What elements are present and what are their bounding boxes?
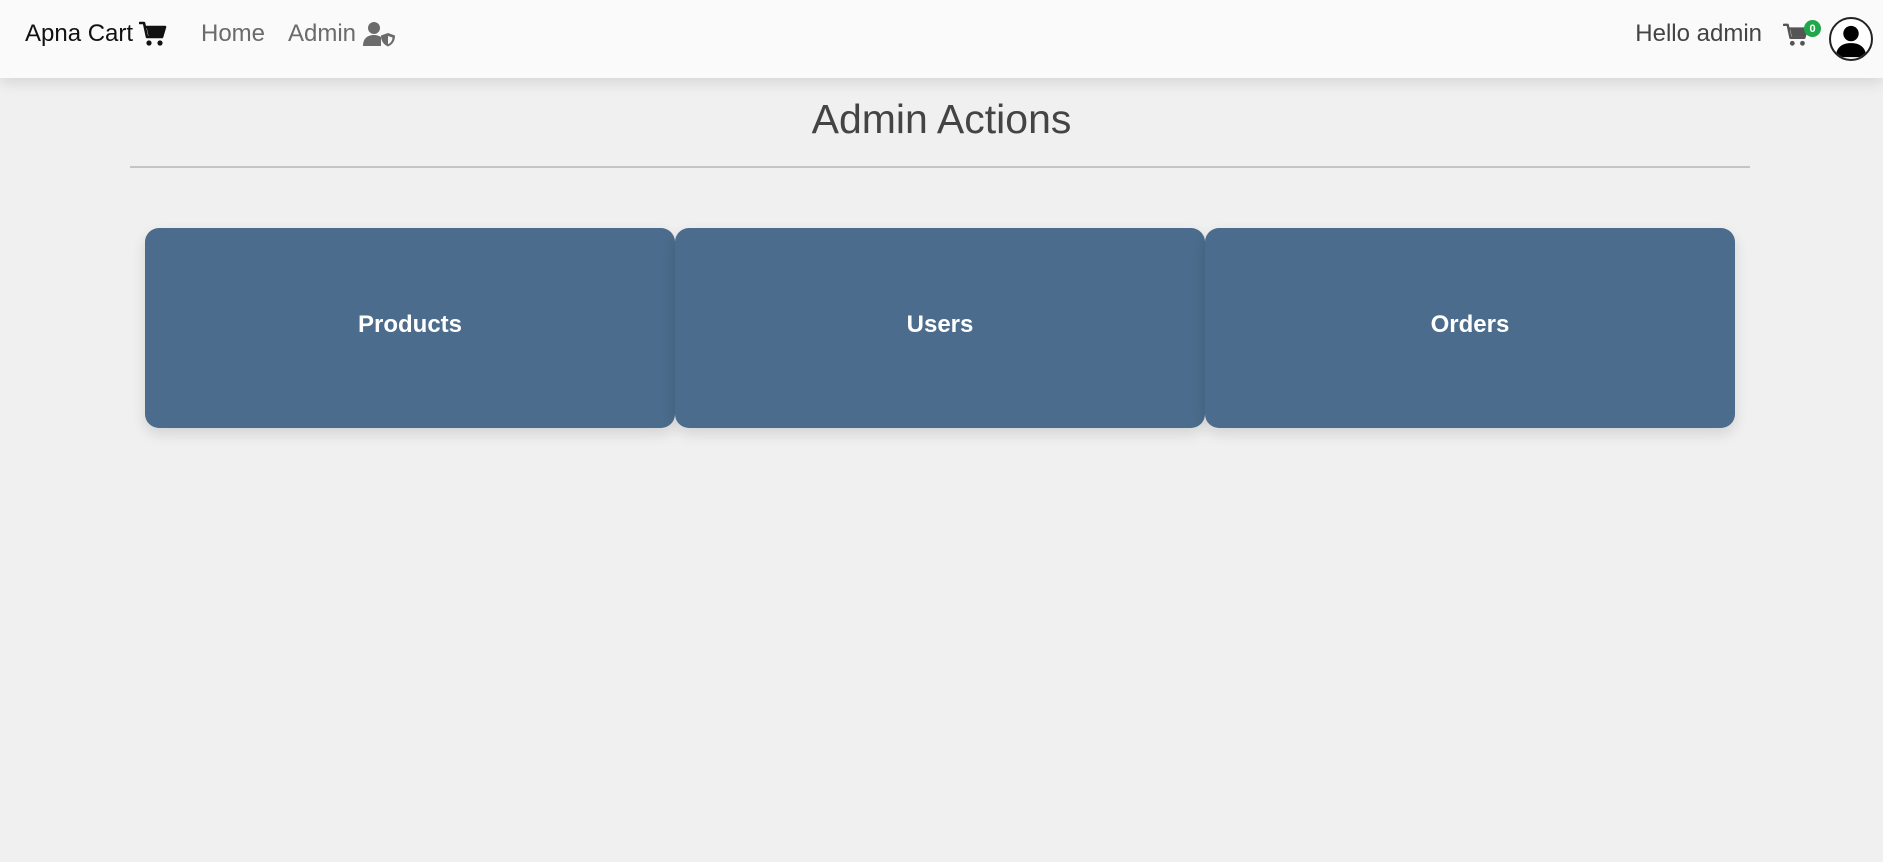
orders-card-label: Orders (1430, 311, 1510, 338)
nav-home-label: Home (201, 20, 266, 47)
nav-admin-label: Admin (288, 20, 357, 47)
products-card-label: Products (357, 311, 462, 338)
orders-card[interactable]: Orders (1205, 228, 1735, 428)
users-card-label: Users (906, 311, 974, 338)
cart-count-badge: 0 (1804, 20, 1821, 37)
users-card[interactable]: Users (675, 228, 1205, 428)
shopping-cart-icon (138, 21, 167, 47)
user-shield-icon (362, 20, 396, 48)
brand-name: Apna Cart (25, 20, 134, 47)
admin-action-cards: Products Users Orders (145, 228, 1735, 428)
cart-button[interactable]: 0 (1781, 20, 1821, 52)
brand-link[interactable]: Apna Cart (25, 18, 167, 50)
user-avatar-icon[interactable] (1829, 17, 1873, 61)
products-card[interactable]: Products (145, 228, 675, 428)
greeting-text: Hello admin (1635, 20, 1762, 47)
navbar: Apna Cart Home Admin Hello admin 0 (0, 0, 1883, 78)
nav-home-link[interactable]: Home (201, 18, 265, 50)
title-divider (130, 166, 1750, 168)
nav-admin-link[interactable]: Admin (288, 18, 396, 50)
page-title: Admin Actions (811, 96, 1072, 142)
